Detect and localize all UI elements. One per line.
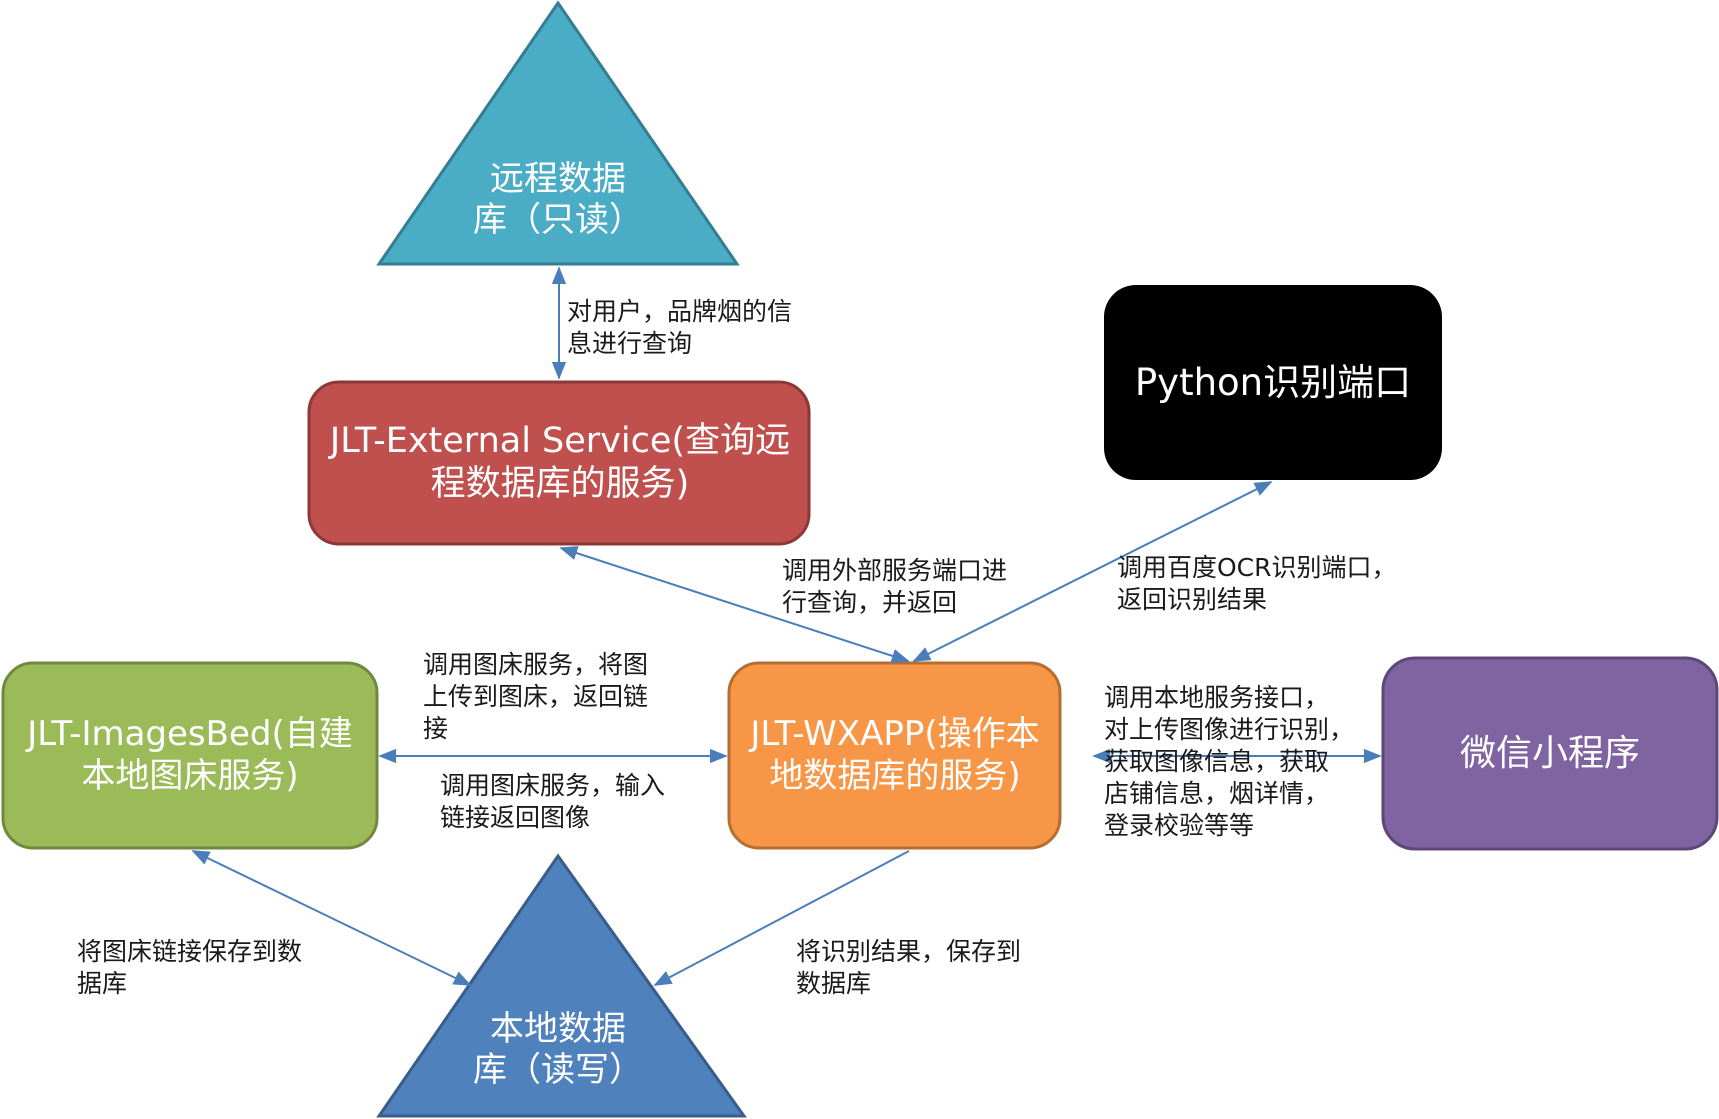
edge-label-external-wxapp: 调用外部服务端口进 行查询，并返回 bbox=[782, 556, 1008, 617]
edge-label-wxapp-localdb: 将识别结果，保存到 数据库 bbox=[796, 937, 1022, 998]
images-bed-label: JLT-ImagesBed(自建本地图床服务) bbox=[27, 714, 353, 796]
edge-label-remote-external: 对用户，品牌烟的信 息进行查询 bbox=[567, 297, 793, 358]
local-db-label: 本地数据 库（读写） bbox=[473, 1008, 643, 1090]
wechat-miniprogram-label: 微信小程序 bbox=[1459, 732, 1640, 774]
edge-label-imagesbed-wxapp-upload: 调用图床服务，将图 上传到图床，返回链 接 bbox=[423, 650, 649, 743]
edge-label-imagesbed-localdb: 将图床链接保存到数 据库 bbox=[77, 937, 303, 998]
edge-label-imagesbed-wxapp-input: 调用图床服务，输入 链接返回图像 bbox=[440, 771, 666, 832]
edge-label-python-wxapp: 调用百度OCR识别端口， 返回识别结果 bbox=[1117, 553, 1397, 614]
python-ocr-label: Python识别端口 bbox=[1134, 360, 1412, 404]
remote-db-label: 远程数据 库（只读） bbox=[473, 158, 643, 240]
wxapp-label: JLT-WXAPP(操作本地数据库的服务) bbox=[750, 714, 1040, 796]
external-service-label: JLT-External Service(查询远程数据库的服务) bbox=[329, 421, 791, 504]
edge-label-wechat-wxapp: 调用本地服务接口， 对上传图像进行识别， 获取图像信息，获取 店铺信息，烟详情，… bbox=[1104, 683, 1355, 840]
